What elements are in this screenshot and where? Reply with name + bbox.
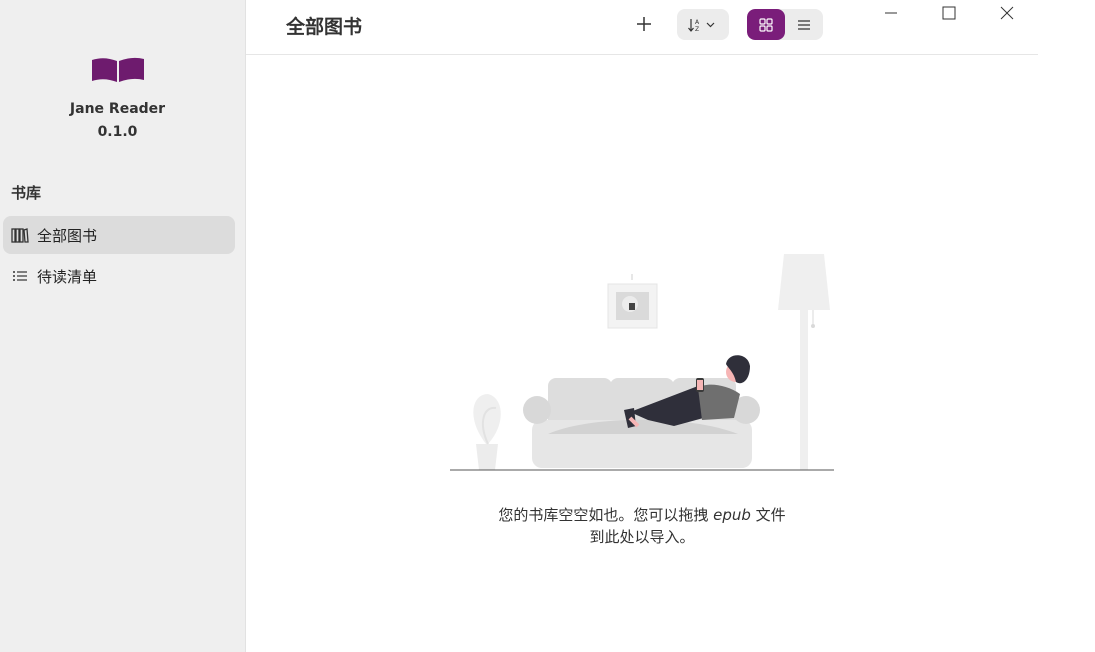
empty-message-line-2: 到此处以导入。	[589, 528, 695, 546]
header-bar: 全部图书 A Z	[246, 0, 1038, 55]
sidebar: Jane Reader 0.1.0 书库 全部图书 待读清单	[0, 0, 246, 652]
window-maximize-button[interactable]	[934, 0, 964, 26]
page-title: 全部图书	[286, 16, 363, 38]
view-mode-toggle	[747, 9, 823, 40]
sidebar-item-label: 待读清单	[37, 267, 98, 286]
empty-library-message: 您的书库空空如也。您可以拖拽 epub 文件 到此处以导入。	[440, 504, 844, 548]
list-icon	[11, 267, 29, 285]
empty-message-format: epub	[713, 506, 751, 524]
app-version: 0.1.0	[97, 124, 138, 140]
empty-message-text: 您的书库空空如也。您可以拖拽	[498, 506, 714, 524]
open-book-logo-icon	[92, 57, 144, 82]
sidebar-item-label: 全部图书	[37, 226, 98, 245]
svg-text:Z: Z	[695, 26, 699, 32]
sidebar-item-reading-list[interactable]: 待读清单	[3, 257, 235, 295]
sort-icon: A Z	[688, 18, 715, 32]
svg-text:A: A	[695, 19, 700, 26]
minimize-icon	[885, 12, 897, 14]
grid-view-button[interactable]	[747, 9, 785, 40]
library-section-title: 书库	[11, 184, 42, 202]
close-icon	[1000, 6, 1014, 20]
maximize-icon	[942, 6, 956, 20]
list-view-icon	[798, 19, 810, 30]
sort-button[interactable]: A Z	[677, 9, 729, 40]
empty-library-illustration	[450, 254, 834, 471]
add-book-button[interactable]	[630, 10, 658, 38]
app-name: Jane Reader	[69, 101, 166, 117]
list-view-button[interactable]	[785, 9, 823, 40]
window-minimize-button[interactable]	[876, 0, 906, 26]
sidebar-item-all-books[interactable]: 全部图书	[3, 216, 235, 254]
empty-message-line-1: 您的书库空空如也。您可以拖拽 epub 文件	[440, 504, 844, 526]
empty-message-text: 文件	[750, 506, 786, 524]
plus-icon	[637, 17, 651, 31]
grid-view-icon	[759, 17, 773, 32]
window-close-button[interactable]	[992, 0, 1022, 26]
books-icon	[11, 226, 29, 244]
